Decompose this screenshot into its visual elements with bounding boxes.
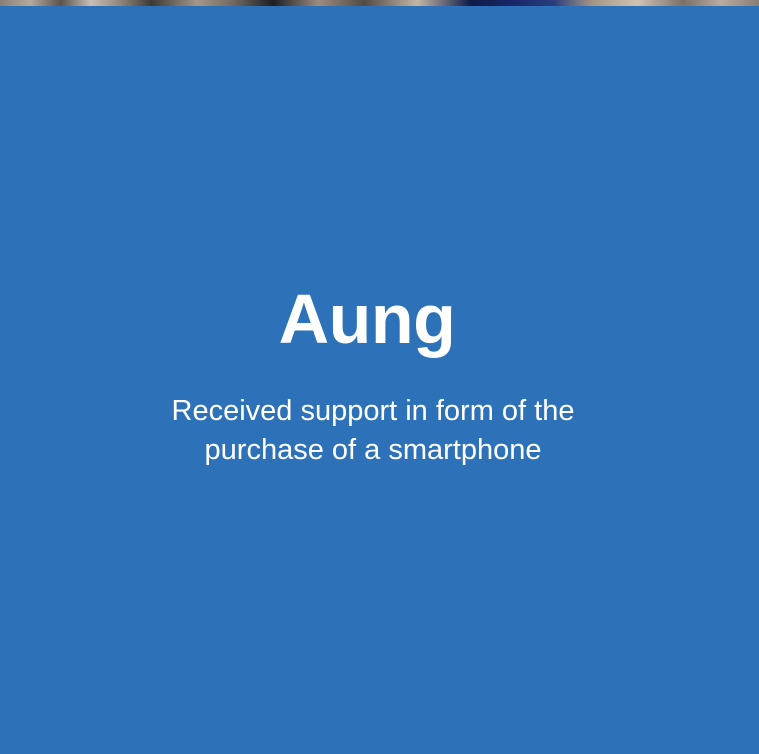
support-description: Received support in form of the purchase…: [171, 395, 575, 466]
person-name-heading: Aung: [278, 280, 456, 358]
story-card: Aung Received support in form of the pur…: [0, 6, 759, 754]
